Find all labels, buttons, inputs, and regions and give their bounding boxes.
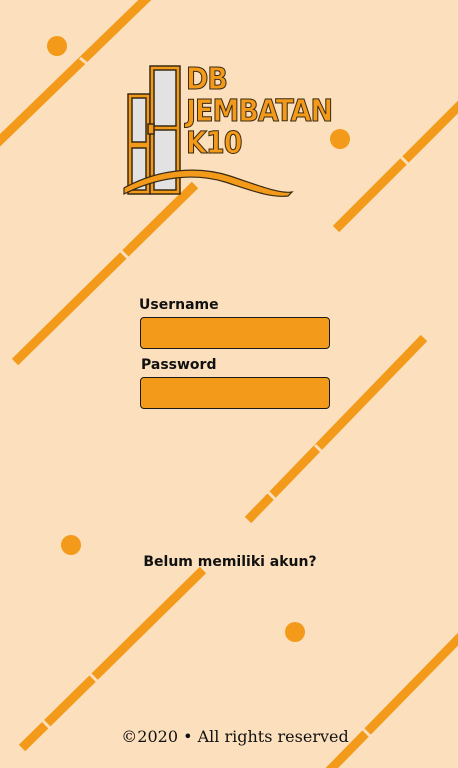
signup-link[interactable]: Belum memiliki akun? — [0, 554, 458, 570]
deco-dot — [47, 36, 67, 56]
footer-copyright: ©2020 • All rights reserved — [121, 727, 349, 746]
logo-line: DB — [185, 62, 228, 97]
username-input[interactable] — [140, 317, 330, 349]
login-screen: DB JEMBATAN K10 Username Password Belum … — [0, 0, 458, 768]
logo-line: JEMBATAN — [185, 94, 333, 129]
password-input[interactable] — [140, 377, 330, 409]
deco-dot — [61, 535, 81, 555]
deco-stripe — [244, 334, 428, 524]
deco-stripe — [325, 632, 458, 768]
deco-stripe — [332, 100, 458, 233]
logo-line: K10 — [185, 126, 242, 161]
deco-dot — [285, 622, 305, 642]
username-label: Username — [139, 297, 219, 313]
deco-stripe — [18, 566, 207, 752]
logo-wordmark: DB JEMBATAN K10 — [185, 62, 333, 161]
password-label: Password — [141, 357, 217, 373]
